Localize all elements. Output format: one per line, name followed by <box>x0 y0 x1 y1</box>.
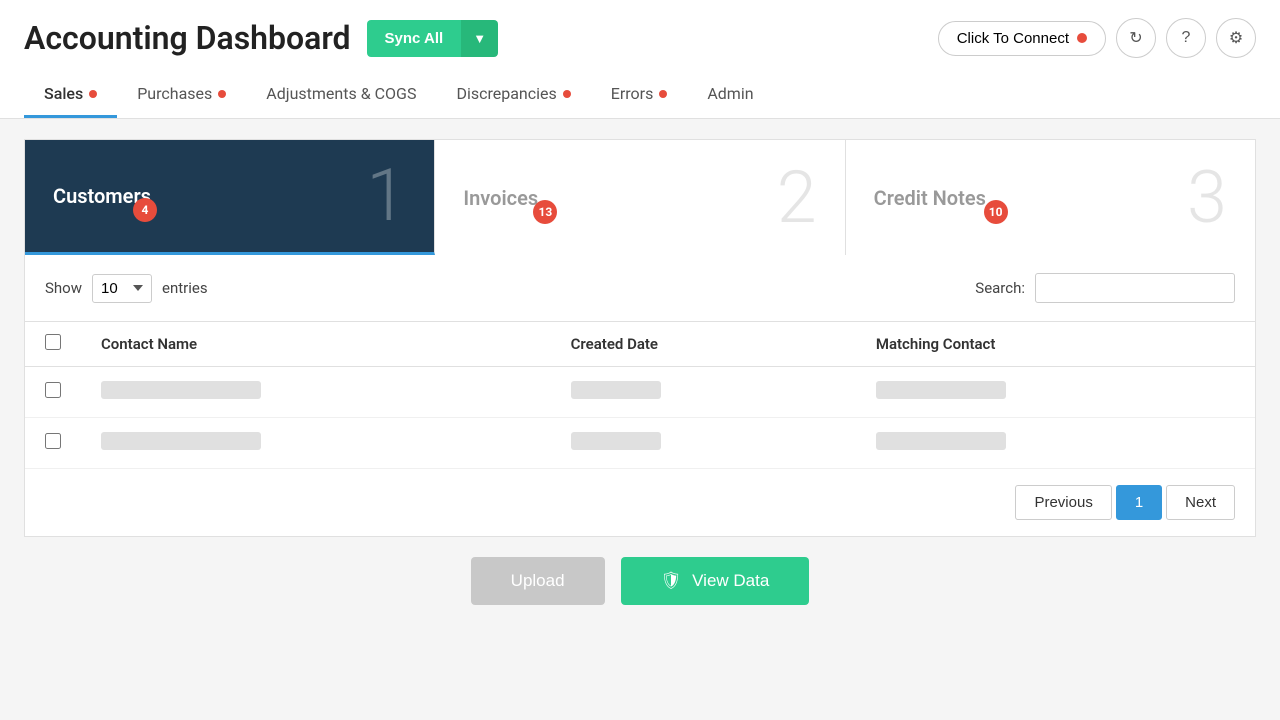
tab-errors-label: Errors <box>611 84 654 103</box>
data-table: Contact Name Created Date Matching Conta… <box>25 321 1255 469</box>
invoices-badge: 13 <box>533 200 557 224</box>
tab-admin-label: Admin <box>707 84 753 103</box>
col-contact-name-header: Contact Name <box>81 322 551 367</box>
row2-checkbox-cell <box>25 418 81 469</box>
show-label: Show <box>45 279 82 297</box>
entries-label: entries <box>162 279 208 297</box>
search-wrap: Search: <box>975 273 1235 303</box>
tab-discrepancies[interactable]: Discrepancies <box>436 74 590 118</box>
refresh-button[interactable]: ↻ <box>1116 18 1156 58</box>
sync-all-button[interactable]: Sync All <box>367 20 462 57</box>
connect-button[interactable]: Click To Connect <box>938 21 1106 56</box>
table-controls: Show 10 25 50 100 entries Search: <box>25 255 1255 321</box>
row2-checkbox[interactable] <box>45 433 61 449</box>
tab-discrepancies-label: Discrepancies <box>456 84 556 103</box>
row1-checkbox-cell <box>25 367 81 418</box>
search-label: Search: <box>975 279 1025 297</box>
upload-button[interactable]: Upload <box>471 557 605 605</box>
sync-dropdown-button[interactable]: ▼ <box>461 20 498 57</box>
tab-adjustments-label: Adjustments & COGS <box>266 84 416 103</box>
search-input[interactable] <box>1035 273 1235 303</box>
page-1-button[interactable]: 1 <box>1116 485 1162 520</box>
table-row <box>25 367 1255 418</box>
row2-contact-name-skeleton <box>101 432 261 450</box>
row2-matching-contact-skeleton <box>876 432 1006 450</box>
tab-errors[interactable]: Errors <box>591 74 688 118</box>
main-content: Customers 4 1 Invoices 13 2 Credit Notes… <box>0 139 1280 639</box>
tab-admin[interactable]: Admin <box>687 74 773 118</box>
previous-button[interactable]: Previous <box>1015 485 1111 520</box>
tab-adjustments[interactable]: Adjustments & COGS <box>246 74 436 118</box>
help-icon: ? <box>1182 29 1191 47</box>
row1-created-date-skeleton <box>571 381 661 399</box>
credit-notes-number: 3 <box>1187 162 1227 234</box>
invoices-label-wrap: Invoices 13 <box>463 186 538 210</box>
view-data-label: View Data <box>692 571 769 591</box>
help-button[interactable]: ? <box>1166 18 1206 58</box>
main-card: Customers 4 1 Invoices 13 2 Credit Notes… <box>24 139 1256 537</box>
credit-notes-badge: 10 <box>984 200 1008 224</box>
select-all-checkbox[interactable] <box>45 334 61 350</box>
shield-icon: 🛡 <box>661 571 683 591</box>
discrepancies-dot <box>563 90 571 98</box>
tab-sales[interactable]: Sales <box>24 74 117 118</box>
tab-sales-label: Sales <box>44 84 83 103</box>
sync-btn-group: Sync All ▼ <box>367 20 499 57</box>
header-left: Accounting Dashboard Sync All ▼ <box>24 19 498 57</box>
customers-label-wrap: Customers 4 <box>53 184 151 208</box>
header-top: Accounting Dashboard Sync All ▼ Click To… <box>24 18 1256 58</box>
col-matching-contact-header: Matching Contact <box>856 322 1255 367</box>
credit-notes-label: Credit Notes <box>874 186 986 210</box>
invoices-label: Invoices <box>463 186 538 210</box>
customers-badge: 4 <box>133 198 157 222</box>
header: Accounting Dashboard Sync All ▼ Click To… <box>0 0 1280 119</box>
purchases-dot <box>218 90 226 98</box>
sales-dot <box>89 90 97 98</box>
invoices-number: 2 <box>777 162 817 234</box>
settings-icon: ⚙ <box>1229 28 1243 48</box>
chevron-down-icon: ▼ <box>473 31 486 46</box>
row1-matching-contact-skeleton <box>876 381 1006 399</box>
entries-select[interactable]: 10 25 50 100 <box>92 274 152 303</box>
section-tab-customers[interactable]: Customers 4 1 <box>25 140 435 255</box>
bottom-actions: Upload 🛡 View Data <box>24 537 1256 615</box>
tab-purchases[interactable]: Purchases <box>117 74 246 118</box>
next-button[interactable]: Next <box>1166 485 1235 520</box>
row1-created-date-cell <box>551 367 856 418</box>
view-data-button[interactable]: 🛡 View Data <box>621 557 810 605</box>
nav-tabs: Sales Purchases Adjustments & COGS Discr… <box>24 74 1256 118</box>
col-created-date-header: Created Date <box>551 322 856 367</box>
section-tab-invoices[interactable]: Invoices 13 2 <box>435 140 845 255</box>
errors-dot <box>659 90 667 98</box>
row1-matching-contact-cell <box>856 367 1255 418</box>
section-tabs: Customers 4 1 Invoices 13 2 Credit Notes… <box>25 140 1255 255</box>
header-right: Click To Connect ↻ ? ⚙ <box>938 18 1256 58</box>
row2-matching-contact-cell <box>856 418 1255 469</box>
pagination: Previous 1 Next <box>25 469 1255 536</box>
connect-label: Click To Connect <box>957 30 1069 47</box>
row1-contact-name-cell <box>81 367 551 418</box>
nav-tab-list: Sales Purchases Adjustments & COGS Discr… <box>24 74 1256 118</box>
section-tab-credit-notes[interactable]: Credit Notes 10 3 <box>846 140 1255 255</box>
credit-notes-label-wrap: Credit Notes 10 <box>874 186 986 210</box>
row2-contact-name-cell <box>81 418 551 469</box>
col-checkbox-header <box>25 322 81 367</box>
connection-status-dot <box>1077 33 1087 43</box>
row2-created-date-cell <box>551 418 856 469</box>
settings-button[interactable]: ⚙ <box>1216 18 1256 58</box>
row1-checkbox[interactable] <box>45 382 61 398</box>
table-row <box>25 418 1255 469</box>
customers-number: 1 <box>366 160 406 232</box>
tab-purchases-label: Purchases <box>137 84 212 103</box>
table-header-row: Contact Name Created Date Matching Conta… <box>25 322 1255 367</box>
page-title: Accounting Dashboard <box>24 19 351 57</box>
refresh-icon: ↻ <box>1129 28 1142 48</box>
row2-created-date-skeleton <box>571 432 661 450</box>
show-entries-wrap: Show 10 25 50 100 entries <box>45 274 208 303</box>
row1-contact-name-skeleton <box>101 381 261 399</box>
